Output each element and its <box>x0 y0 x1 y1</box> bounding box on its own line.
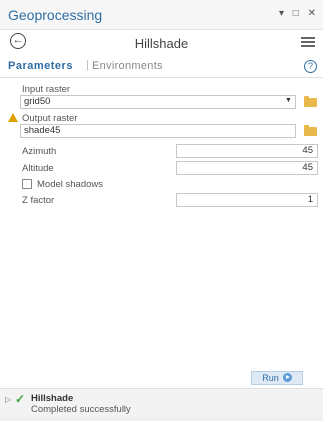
model-shadows-label: Model shadows <box>37 179 104 190</box>
tab-separator: | <box>86 59 89 71</box>
status-message: Completed successfully <box>31 404 131 415</box>
chevron-down-icon[interactable]: ▼ <box>285 97 292 104</box>
menu-icon[interactable] <box>301 37 315 49</box>
input-raster-field[interactable]: grid50 <box>20 95 296 109</box>
tool-header: ← Hillshade <box>0 30 323 56</box>
output-raster-label: Output raster <box>22 113 78 124</box>
check-icon: ✓ <box>15 392 26 406</box>
title-bar: Geoprocessing ▾ □ ✕ <box>0 0 323 30</box>
tab-bar: Parameters | Environments ? <box>0 56 323 78</box>
run-button[interactable]: Run <box>251 371 303 385</box>
run-label: Run <box>262 373 279 383</box>
azimuth-label: Azimuth <box>22 146 57 157</box>
run-area: Run <box>0 368 323 386</box>
parameters-panel: Input raster grid50 ▼ Output raster shad… <box>0 78 323 368</box>
tab-parameters[interactable]: Parameters <box>8 60 73 72</box>
model-shadows-checkbox[interactable] <box>22 179 32 189</box>
altitude-input[interactable]: 45 <box>176 161 318 175</box>
bottom-tab-strip <box>0 416 323 421</box>
window-title: Geoprocessing <box>8 7 103 23</box>
help-icon[interactable]: ? <box>304 60 317 73</box>
input-raster-label: Input raster <box>22 84 71 95</box>
play-icon <box>282 373 292 382</box>
status-panel: ▷ ✓ Hillshade Completed successfully <box>0 388 323 416</box>
altitude-label: Altitude <box>22 163 54 174</box>
z-factor-label: Z factor <box>22 195 55 206</box>
warning-icon <box>8 113 18 122</box>
window-controls[interactable]: ▾ □ ✕ <box>279 8 319 19</box>
folder-icon[interactable] <box>304 96 317 107</box>
expand-icon[interactable]: ▷ <box>5 395 11 404</box>
tab-environments[interactable]: Environments <box>92 60 163 72</box>
azimuth-input[interactable]: 45 <box>176 144 318 158</box>
tool-title: Hillshade <box>134 36 189 51</box>
folder-icon[interactable] <box>304 125 317 136</box>
output-raster-field[interactable]: shade45 <box>20 124 296 138</box>
status-title[interactable]: Hillshade <box>31 393 73 404</box>
z-factor-input[interactable]: 1 <box>176 193 318 207</box>
